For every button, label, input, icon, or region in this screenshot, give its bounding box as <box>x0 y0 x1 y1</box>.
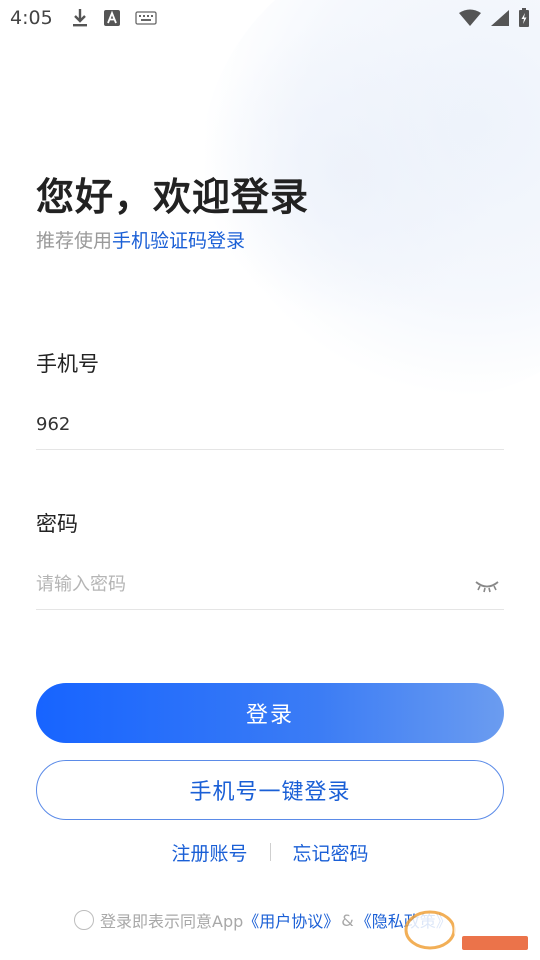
agreement-row: 登录即表示同意App 《用户协议》 & 《隐私政策》 <box>74 907 452 933</box>
subtitle: 推荐使用手机验证码登录 <box>36 226 245 253</box>
phone-label: 手机号 <box>36 352 99 376</box>
privacy-policy-link[interactable]: 《隐私政策》 <box>356 908 452 932</box>
password-label: 密码 <box>36 512 78 536</box>
one-key-login-button[interactable]: 手机号一键登录 <box>36 760 504 820</box>
download-icon <box>72 9 87 27</box>
forgot-password-link[interactable]: 忘记密码 <box>293 839 369 866</box>
agreement-prefix: 登录即表示同意App <box>100 912 244 931</box>
sms-login-link[interactable]: 手机验证码登录 <box>112 230 245 252</box>
account-links: 注册账号 忘记密码 <box>0 838 540 866</box>
font-a-icon <box>103 10 120 26</box>
password-input-row <box>36 560 504 610</box>
subtitle-prefix: 推荐使用 <box>36 230 113 252</box>
password-input[interactable] <box>36 564 474 605</box>
status-icons-right <box>458 8 530 28</box>
signal-icon <box>491 10 509 26</box>
eye-closed-icon[interactable] <box>474 575 500 595</box>
user-agreement-link[interactable]: 《用户协议》 <box>243 908 339 932</box>
login-screen: 4:05 您好，欢迎登录 推荐使用手机验证码登录 手机号 962 密码 登录 手… <box>0 0 540 960</box>
status-bar: 4:05 <box>0 0 540 36</box>
battery-charging-icon <box>519 8 529 27</box>
status-icons-left <box>71 8 157 28</box>
login-button[interactable]: 登录 <box>36 683 504 743</box>
register-link[interactable]: 注册账号 <box>171 839 247 866</box>
page-title: 您好，欢迎登录 <box>36 175 310 219</box>
status-time: 4:05 <box>10 7 53 29</box>
keyboard-icon <box>135 11 157 25</box>
links-divider <box>269 843 271 861</box>
phone-input[interactable] <box>36 404 504 445</box>
wifi-icon <box>459 9 481 26</box>
phone-input-row <box>36 400 504 450</box>
agreement-checkbox[interactable] <box>74 910 94 930</box>
agreement-ampersand: & <box>341 910 354 930</box>
